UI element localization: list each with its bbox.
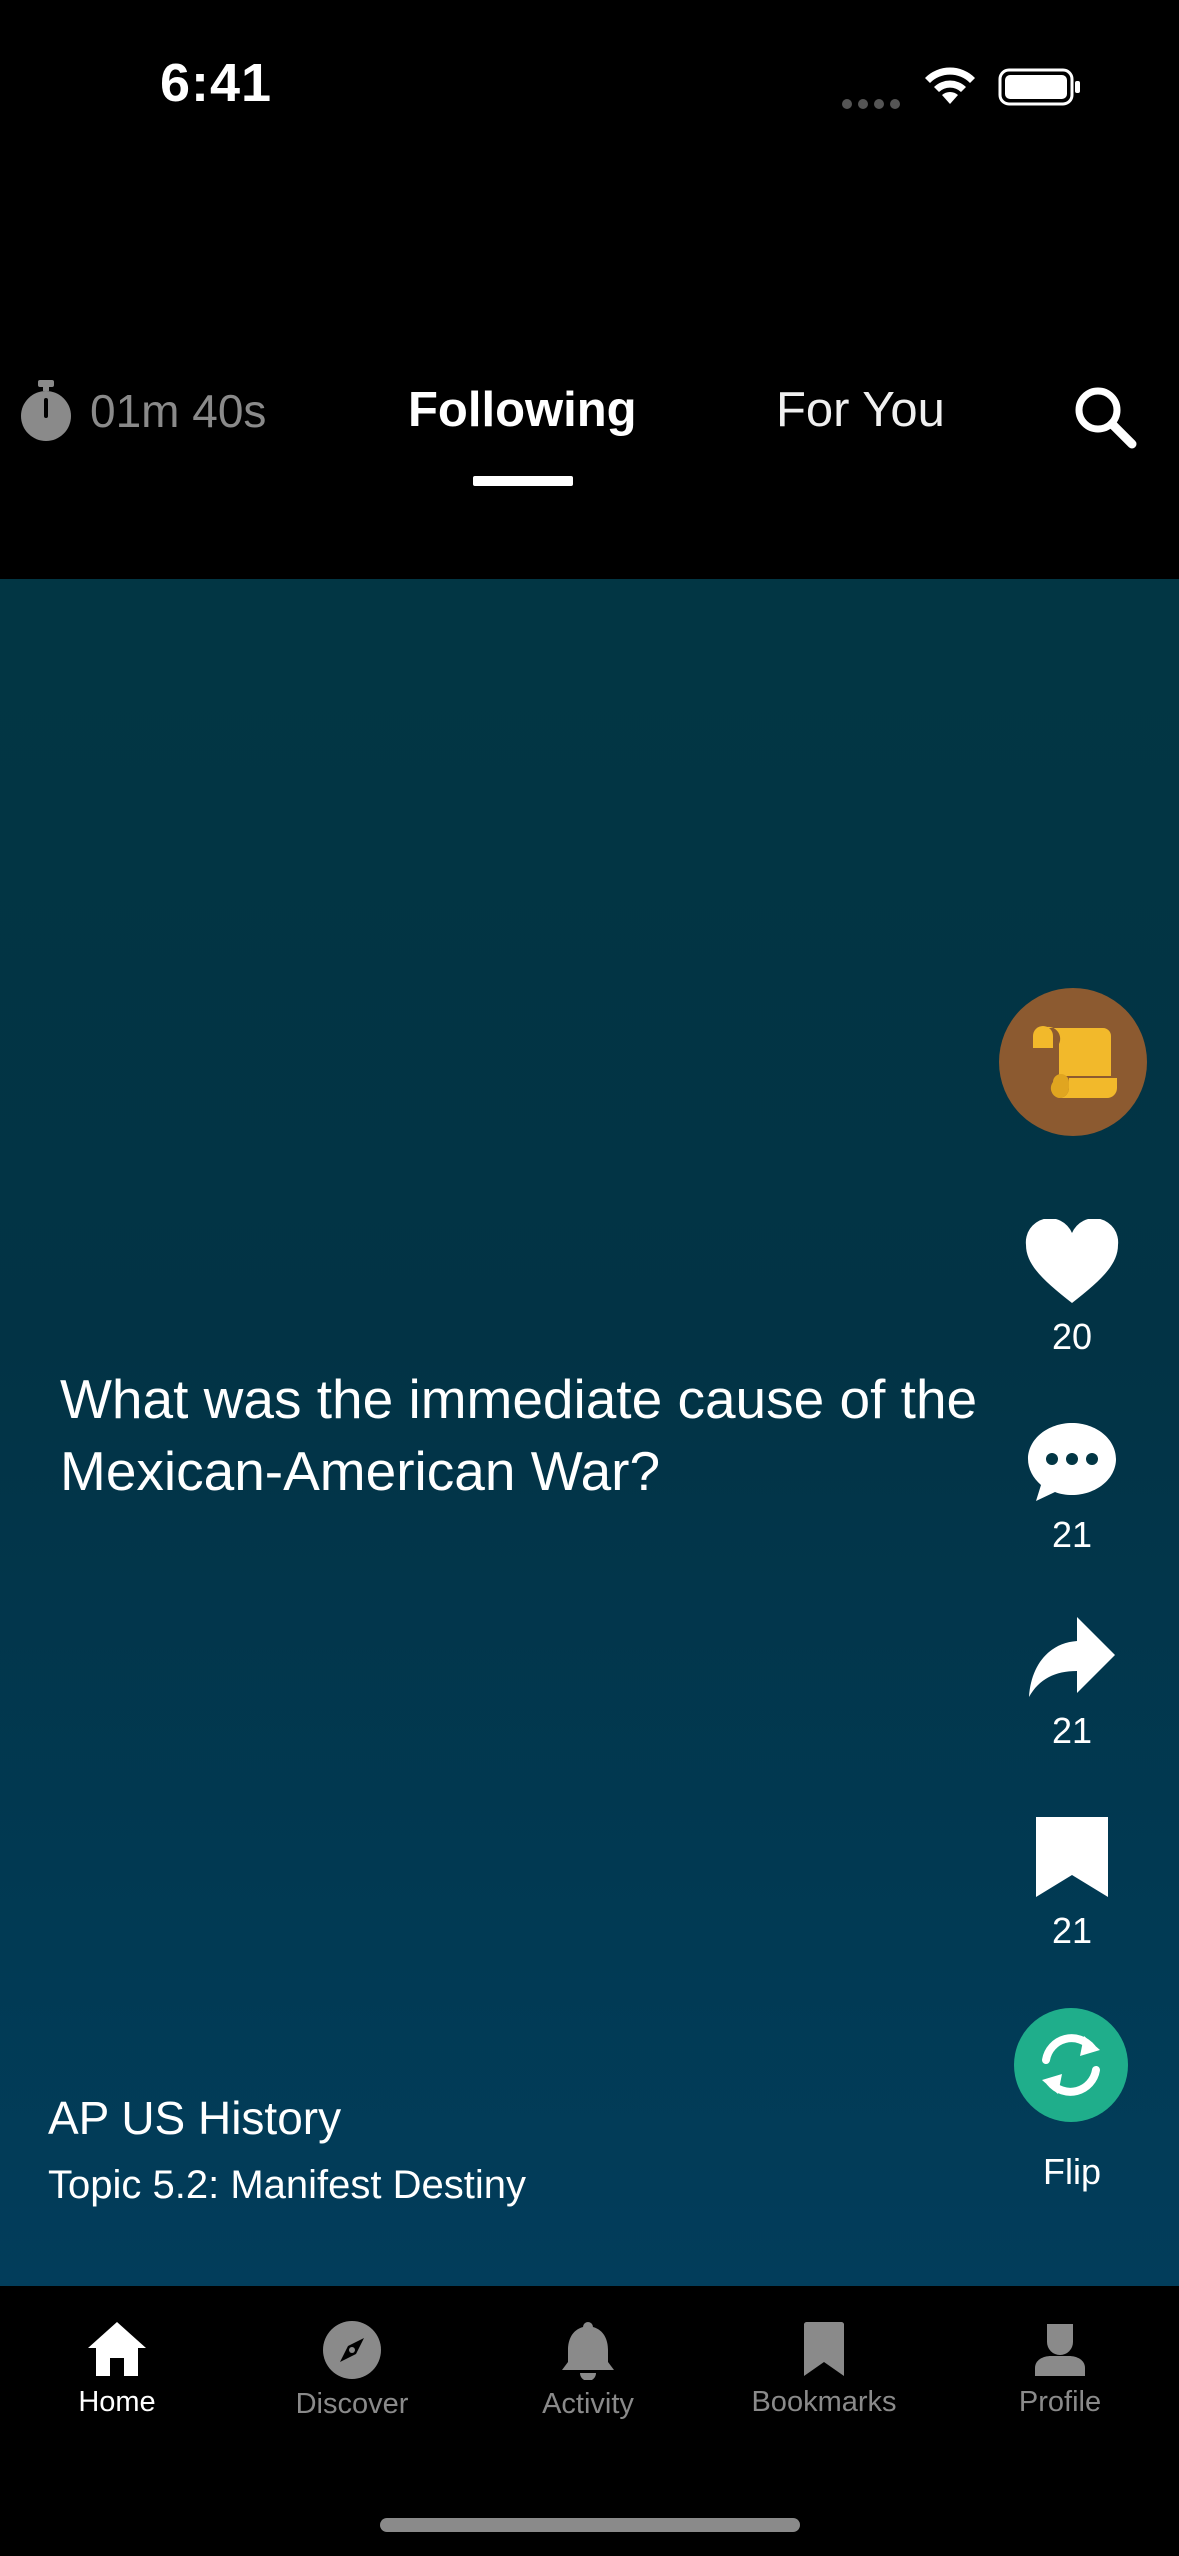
like-action[interactable]: 20	[1002, 1218, 1142, 1358]
active-tab-indicator	[473, 476, 573, 486]
battery-icon	[998, 68, 1080, 106]
wifi-icon	[925, 67, 975, 104]
tab-discover[interactable]: Discover	[252, 2320, 452, 2421]
comment-count: 21	[1051, 1514, 1093, 1555]
compass-icon	[323, 2321, 381, 2379]
tab-activity-label: Activity	[542, 2388, 634, 2420]
tab-home[interactable]: Home	[17, 2320, 217, 2419]
like-count: 20	[1051, 1316, 1093, 1357]
scroll-icon	[1033, 1026, 1117, 1098]
home-indicator[interactable]	[380, 2518, 800, 2532]
cellular-signal-icon	[842, 96, 906, 109]
bookmark-icon	[804, 2321, 844, 2376]
tab-home-label: Home	[78, 2386, 156, 2418]
timer-text: 01m 40s	[90, 385, 267, 437]
tab-bookmarks[interactable]: Bookmarks	[724, 2320, 924, 2419]
bookmark-icon	[1036, 1817, 1108, 1897]
bottom-tab-bar: Home Discover Activity Bookmarks Profile	[0, 2286, 1179, 2556]
status-bar: 6:41	[0, 0, 1179, 175]
tab-following[interactable]: Following	[408, 382, 637, 438]
home-icon	[88, 2322, 146, 2376]
tab-for-you[interactable]: For You	[776, 382, 945, 438]
comment-icon	[1028, 1423, 1116, 1501]
session-timer: 01m 40s	[18, 380, 266, 442]
tab-profile[interactable]: Profile	[960, 2320, 1160, 2419]
share-count: 21	[1051, 1710, 1093, 1751]
bookmark-count: 21	[1051, 1910, 1093, 1951]
tab-bookmarks-label: Bookmarks	[751, 2386, 897, 2418]
share-action[interactable]: 21	[1002, 1615, 1142, 1752]
flip-label: Flip	[1042, 2151, 1101, 2192]
bookmark-action[interactable]: 21	[1002, 1813, 1142, 1952]
topic-title[interactable]: Topic 5.2: Manifest Destiny	[48, 2163, 526, 2208]
tab-discover-label: Discover	[295, 2388, 409, 2420]
flip-button[interactable]	[1014, 2008, 1128, 2122]
tab-activity[interactable]: Activity	[488, 2320, 688, 2421]
status-time: 6:41	[160, 53, 273, 113]
course-title[interactable]: AP US History	[48, 2091, 341, 2145]
stopwatch-icon	[21, 380, 71, 441]
creator-avatar[interactable]	[999, 988, 1147, 1136]
bell-icon	[562, 2322, 614, 2380]
tab-profile-label: Profile	[1018, 2386, 1102, 2418]
question-card[interactable]: What was the immediate cause of the Mexi…	[0, 579, 1179, 2286]
person-icon	[1035, 2324, 1085, 2376]
top-nav: 01m 40s Following For You	[0, 360, 1179, 500]
search-icon[interactable]	[1072, 384, 1138, 450]
refresh-icon	[1042, 2034, 1100, 2096]
heart-icon	[1025, 1218, 1119, 1303]
question-text: What was the immediate cause of the Mexi…	[60, 1368, 978, 1502]
comment-action[interactable]: 21	[1002, 1419, 1142, 1556]
share-icon	[1029, 1617, 1115, 1697]
